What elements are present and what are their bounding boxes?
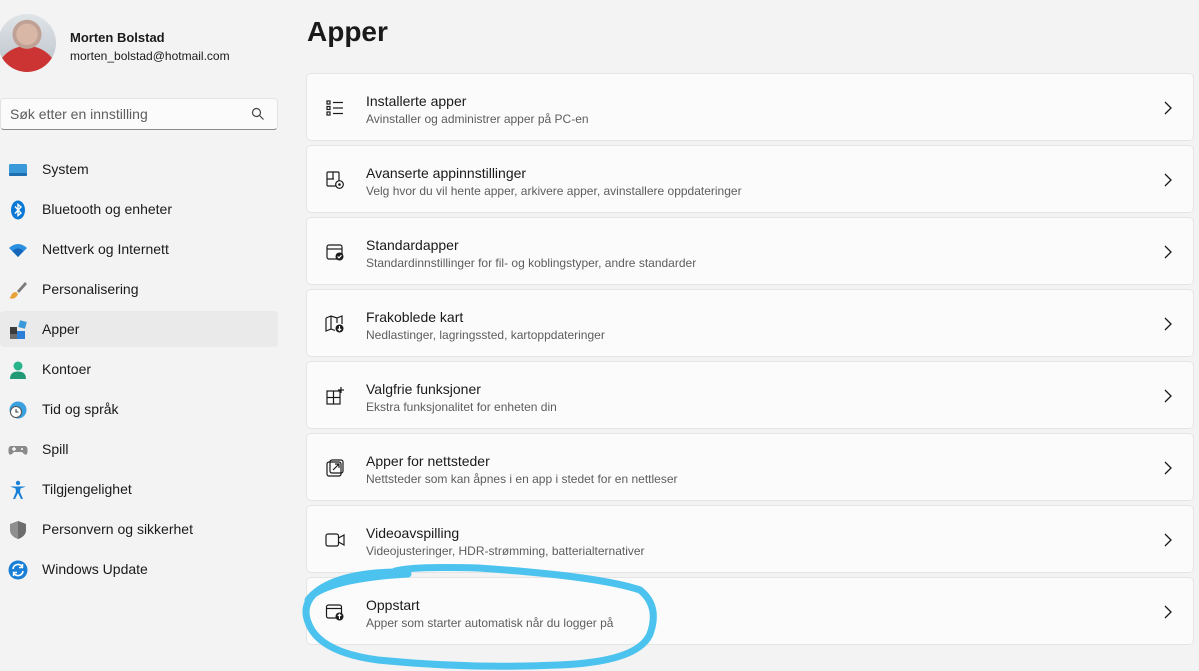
sidebar-item-windows-update[interactable]: Windows Update [0, 551, 278, 587]
sidebar-item-bluetooth[interactable]: Bluetooth og enheter [0, 191, 278, 227]
sidebar-item-label: Bluetooth og enheter [42, 201, 172, 217]
sidebar-item-label: Nettverk og Internett [42, 241, 169, 257]
sidebar-item-label: Tid og språk [42, 401, 119, 417]
sidebar-item-system[interactable]: System [0, 151, 278, 187]
card-title: Standardapper [366, 237, 459, 253]
sidebar-item-label: Personvern og sikkerhet [42, 521, 193, 537]
sidebar-item-personalization[interactable]: Personalisering [0, 271, 278, 307]
sidebar-item-label: Tilgjengelighet [42, 481, 132, 497]
sidebar-item-time-language[interactable]: Tid og språk [0, 391, 278, 427]
user-profile[interactable]: Morten Bolstad morten_bolstad@hotmail.co… [0, 12, 278, 78]
card-subtitle: Nedlastinger, lagringssted, kartoppdater… [366, 328, 605, 342]
app-settings-icon [326, 171, 344, 189]
gamepad-icon [8, 446, 28, 455]
search-icon[interactable] [251, 107, 265, 121]
profile-name: Morten Bolstad [70, 30, 165, 45]
card-default-apps[interactable]: Standardapper Standardinnstillinger for … [306, 217, 1194, 285]
bluetooth-icon [11, 200, 25, 220]
card-title: Installerte apper [366, 93, 467, 109]
chevron-right-icon [1164, 317, 1172, 331]
avatar[interactable] [0, 14, 56, 72]
shield-icon [10, 521, 26, 539]
settings-list: Installerte apper Avinstaller og adminis… [306, 73, 1194, 649]
video-icon [325, 533, 345, 547]
profile-email: morten_bolstad@hotmail.com [70, 49, 230, 63]
update-icon [8, 560, 28, 580]
sidebar-item-label: Windows Update [42, 561, 148, 577]
card-subtitle: Nettsteder som kan åpnes i en app i sted… [366, 472, 678, 486]
sidebar-item-label: Personalisering [42, 281, 139, 297]
open-link-icon [326, 459, 344, 477]
card-advanced-app-settings[interactable]: Avanserte appinnstillinger Velg hvor du … [306, 145, 1194, 213]
card-subtitle: Ekstra funksjonalitet for enheten din [366, 400, 557, 414]
default-apps-icon [326, 244, 344, 261]
brush-icon [9, 282, 27, 299]
chevron-right-icon [1164, 389, 1172, 403]
wifi-icon [9, 244, 27, 257]
card-title: Oppstart [366, 597, 420, 613]
chevron-right-icon [1164, 173, 1172, 187]
card-title: Frakoblede kart [366, 309, 464, 325]
settings-search[interactable] [0, 98, 278, 130]
sidebar-item-accounts[interactable]: Kontoer [0, 351, 278, 387]
sidebar-item-gaming[interactable]: Spill [0, 431, 278, 467]
sidebar: Morten Bolstad morten_bolstad@hotmail.co… [0, 0, 290, 671]
card-subtitle: Velg hvor du vil hente apper, arkivere a… [366, 184, 742, 198]
sidebar-item-network[interactable]: Nettverk og Internett [0, 231, 278, 267]
sidebar-item-apps[interactable]: Apper [0, 311, 278, 347]
sidebar-item-label: System [42, 161, 89, 177]
chevron-right-icon [1164, 605, 1172, 619]
chevron-right-icon [1164, 461, 1172, 475]
person-icon [10, 361, 26, 379]
sidebar-item-label: Apper [42, 321, 80, 337]
apps-icon [10, 320, 27, 339]
sidebar-item-privacy[interactable]: Personvern og sikkerhet [0, 511, 278, 547]
card-apps-for-websites[interactable]: Apper for nettsteder Nettsteder som kan … [306, 433, 1194, 501]
sidebar-nav: System Bluetooth og enheter Nettverk og … [0, 151, 278, 591]
card-startup[interactable]: Oppstart Apper som starter automatisk nå… [306, 577, 1194, 645]
chevron-right-icon [1164, 533, 1172, 547]
accessibility-icon [10, 480, 26, 499]
card-title: Avanserte appinnstillinger [366, 165, 527, 181]
card-title: Apper for nettsteder [366, 453, 490, 469]
list-icon [326, 100, 343, 116]
card-title: Videoavspilling [366, 525, 460, 541]
startup-icon [325, 604, 344, 621]
card-subtitle: Apper som starter automatisk når du logg… [366, 616, 614, 630]
card-subtitle: Standardinnstillinger for fil- og koblin… [366, 256, 697, 270]
card-optional-features[interactable]: Valgfrie funksjoner Ekstra funksjonalite… [306, 361, 1194, 429]
sidebar-item-label: Kontoer [42, 361, 92, 377]
sidebar-item-accessibility[interactable]: Tilgjengelighet [0, 471, 278, 507]
search-input[interactable] [1, 106, 241, 122]
system-icon [9, 164, 27, 176]
chevron-right-icon [1164, 245, 1172, 259]
card-offline-maps[interactable]: Frakoblede kart Nedlastinger, lagringsst… [306, 289, 1194, 357]
card-installed-apps[interactable]: Installerte apper Avinstaller og adminis… [306, 73, 1194, 141]
card-title: Valgfrie funksjoner [366, 381, 481, 397]
card-subtitle: Avinstaller og administrer apper på PC-e… [366, 112, 589, 126]
map-icon [325, 315, 344, 333]
page-title: Apper [307, 16, 388, 47]
optional-features-icon [326, 387, 344, 405]
card-video-playback[interactable]: Videoavspilling Videojusteringer, HDR-st… [306, 505, 1194, 573]
card-subtitle: Videojusteringer, HDR-strømming, batteri… [366, 544, 645, 558]
sidebar-item-label: Spill [42, 441, 69, 457]
chevron-right-icon [1164, 101, 1172, 115]
globe-clock-icon [9, 401, 27, 419]
